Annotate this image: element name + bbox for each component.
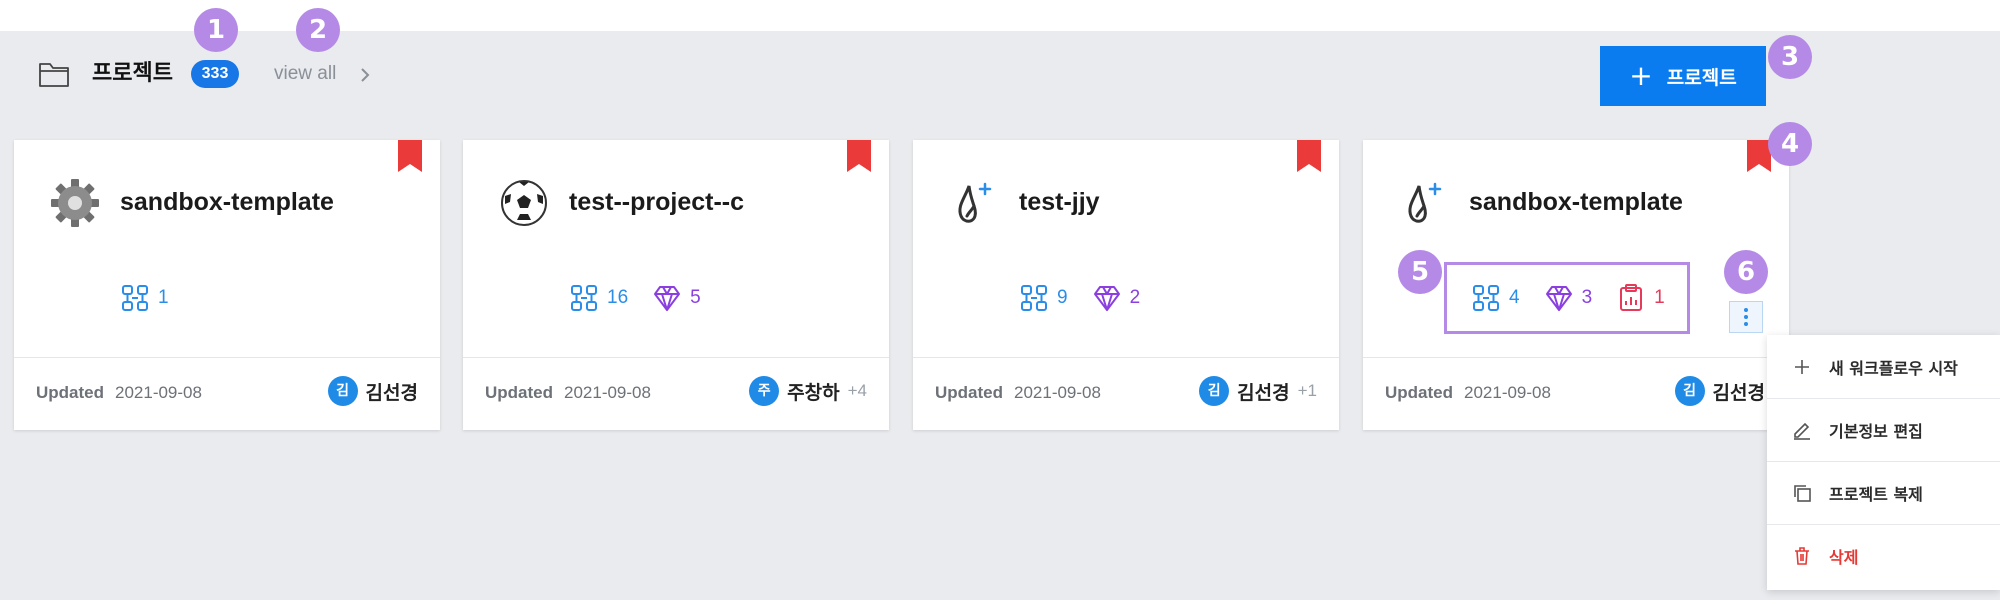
- marker-3: 3: [1768, 35, 1812, 79]
- owner: 주 주창하 +4: [749, 376, 867, 406]
- bookmark-icon[interactable]: [1297, 140, 1321, 172]
- project-stats: 9 2: [1019, 282, 1140, 314]
- owner-name: 김선경: [365, 381, 418, 404]
- menu-item-label: 삭제: [1829, 548, 1859, 567]
- stats-highlight-box: [1444, 262, 1690, 334]
- menu-item-label: 기본정보 편집: [1829, 422, 1923, 441]
- owner: 김 김선경: [1674, 376, 1765, 406]
- project-card[interactable]: test--project--c 16 5 Updated 2021-09-08…: [463, 140, 889, 430]
- avatar: 주: [749, 376, 780, 406]
- section-title: 프로젝트: [92, 61, 173, 86]
- marker-1: 1: [194, 8, 238, 52]
- updated-date: 2021-09-08: [115, 383, 202, 402]
- drop-sparkle-icon: [958, 182, 992, 223]
- card-divider: [14, 357, 440, 358]
- card-divider: [463, 357, 889, 358]
- project-card[interactable]: sandbox-template 1 Updated 2021-09-08 김 …: [14, 140, 440, 430]
- project-stats: 1: [120, 282, 169, 314]
- workflow-icon: [122, 285, 148, 311]
- owner: 김 김선경 +1: [1199, 376, 1317, 406]
- context-menu: 새 워크플로우 시작 기본정보 편집 프로젝트 복제 삭제: [1767, 335, 2000, 590]
- vertical-dots-icon: [1744, 308, 1748, 326]
- folder-icon: [39, 63, 69, 87]
- workflow-count: 9: [1057, 287, 1068, 308]
- avatar: 김: [1674, 376, 1705, 406]
- marker-5: 5: [1398, 250, 1442, 294]
- owner: 김 김선경: [327, 376, 418, 406]
- menu-item-label: 프로젝트 복제: [1829, 485, 1923, 504]
- workflow-count: 16: [607, 287, 629, 308]
- trash-icon: [1795, 547, 1809, 565]
- new-project-button[interactable]: + 프로젝트: [1600, 46, 1766, 106]
- marker-4: 4: [1768, 122, 1812, 166]
- workflow-count: 1: [158, 287, 169, 308]
- marker-2: 2: [296, 8, 340, 52]
- drop-sparkle-icon: [1408, 182, 1442, 223]
- diamond-icon: [1093, 286, 1120, 311]
- pencil-icon: [1794, 422, 1810, 440]
- menu-item-edit-info[interactable]: 기본정보 편집: [1767, 398, 2000, 461]
- model-stat: 2: [1092, 283, 1141, 313]
- avatar: 김: [1199, 376, 1230, 406]
- chevron-right-icon[interactable]: [358, 64, 372, 86]
- model-count: 5: [690, 287, 701, 308]
- project-count-badge: 333: [191, 60, 239, 88]
- updated-label: Updated: [36, 383, 104, 402]
- plus-icon: +: [1629, 59, 1653, 92]
- workflow-stat: 9: [1019, 283, 1068, 313]
- model-stat: 5: [652, 283, 701, 313]
- workflow-icon: [1021, 285, 1047, 311]
- copy-icon: [1794, 485, 1811, 502]
- owner-name: 주창하: [787, 381, 840, 404]
- plus-icon: [1795, 359, 1809, 374]
- more-options-button[interactable]: [1729, 301, 1763, 333]
- project-name[interactable]: test-jjy: [1019, 182, 1100, 222]
- workflow-stat: 1: [120, 283, 169, 313]
- project-card[interactable]: test-jjy 9 2 Updated 2021-09-08 김 김선경 +1: [913, 140, 1339, 430]
- soccer-ball-icon: [501, 180, 547, 226]
- marker-6: 6: [1724, 250, 1768, 294]
- owner-extra-count: +1: [1297, 381, 1317, 400]
- updated-label: Updated: [485, 383, 553, 402]
- menu-item-label: 새 워크플로우 시작: [1829, 358, 1958, 378]
- owner-name: 김선경: [1712, 381, 1765, 404]
- updated-label: Updated: [1385, 383, 1453, 402]
- avatar: 김: [327, 376, 358, 406]
- updated-date: 2021-09-08: [1464, 383, 1551, 402]
- updated-date: 2021-09-08: [564, 383, 651, 402]
- view-all-link[interactable]: view all: [274, 60, 336, 88]
- project-name[interactable]: sandbox-template: [1469, 182, 1683, 222]
- menu-item-new-workflow[interactable]: 새 워크플로우 시작: [1767, 335, 2000, 398]
- card-divider: [913, 357, 1339, 358]
- new-project-label: 프로젝트: [1666, 66, 1737, 89]
- workflow-stat: 16: [569, 283, 628, 313]
- gear-icon: [51, 179, 99, 227]
- project-name[interactable]: sandbox-template: [120, 182, 334, 222]
- menu-item-duplicate[interactable]: 프로젝트 복제: [1767, 461, 2000, 524]
- bookmark-icon[interactable]: [398, 140, 422, 172]
- owner-extra-count: +4: [847, 381, 867, 400]
- card-divider: [1363, 357, 1789, 358]
- updated-date: 2021-09-08: [1014, 383, 1101, 402]
- menu-item-delete[interactable]: 삭제: [1767, 524, 2000, 587]
- owner-name: 김선경: [1237, 381, 1290, 404]
- model-count: 2: [1129, 287, 1141, 308]
- project-stats: 16 5: [569, 282, 701, 314]
- workflow-icon: [571, 285, 597, 311]
- bookmark-icon[interactable]: [847, 140, 871, 172]
- project-name[interactable]: test--project--c: [569, 182, 744, 222]
- updated-label: Updated: [935, 383, 1003, 402]
- diamond-icon: [654, 286, 681, 311]
